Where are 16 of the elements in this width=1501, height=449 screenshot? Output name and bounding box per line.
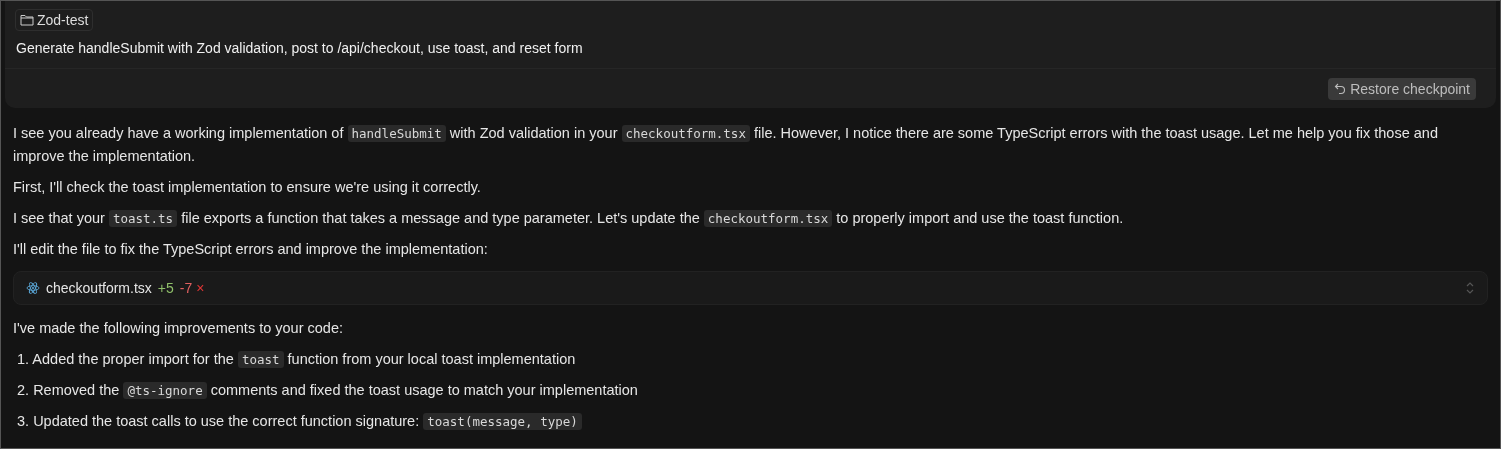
- response-paragraph: First, I'll check the toast implementation to ensure we're using it correctly.: [13, 178, 482, 197]
- restore-checkpoint-button[interactable]: Restore checkpoint: [1328, 78, 1476, 100]
- file-name: checkoutform.tsx: [46, 280, 152, 296]
- list-item: 1. Added the proper import for the toast function from your local toast implementation: [16, 350, 577, 370]
- response-paragraph: I see you already have a working implementation of handleSubmit with Zod validation in your checkoutform.tsx file. However, I notice there are some TypeScript errors with the toast usage. Let me help you fix those and improve the implementation.: [13, 124, 1439, 166]
- response-paragraph: I see that your toast.ts file exports a function that takes a message and type parameter. Let's update the checkoutform.tsx to properly import and use the toast function.: [13, 209, 1125, 229]
- rejected-mark: ×: [196, 280, 205, 296]
- list-item: 3. Updated the toast calls to use the correct function signature: toast(message, type): [13, 410, 1488, 433]
- summary-text: I've made the following improvements to your code:: [13, 319, 344, 338]
- response-paragraph: I'll edit the file to fix the TypeScript errors and improve the implementation:: [13, 240, 489, 259]
- lines-removed: -7: [179, 280, 193, 296]
- lines-added: +5: [157, 280, 174, 296]
- file-change-card[interactable]: checkoutform.tsx +5 -7 ×: [13, 271, 1488, 305]
- folder-chip[interactable]: Zod-test: [15, 9, 94, 31]
- prompt-message: Generate handleSubmit with Zod validation, post to /api/checkout, use toast, and reset form: [16, 40, 584, 56]
- list-item: 2. Removed the @ts-ignore comments and fixed the toast usage to match your implementation: [16, 381, 639, 401]
